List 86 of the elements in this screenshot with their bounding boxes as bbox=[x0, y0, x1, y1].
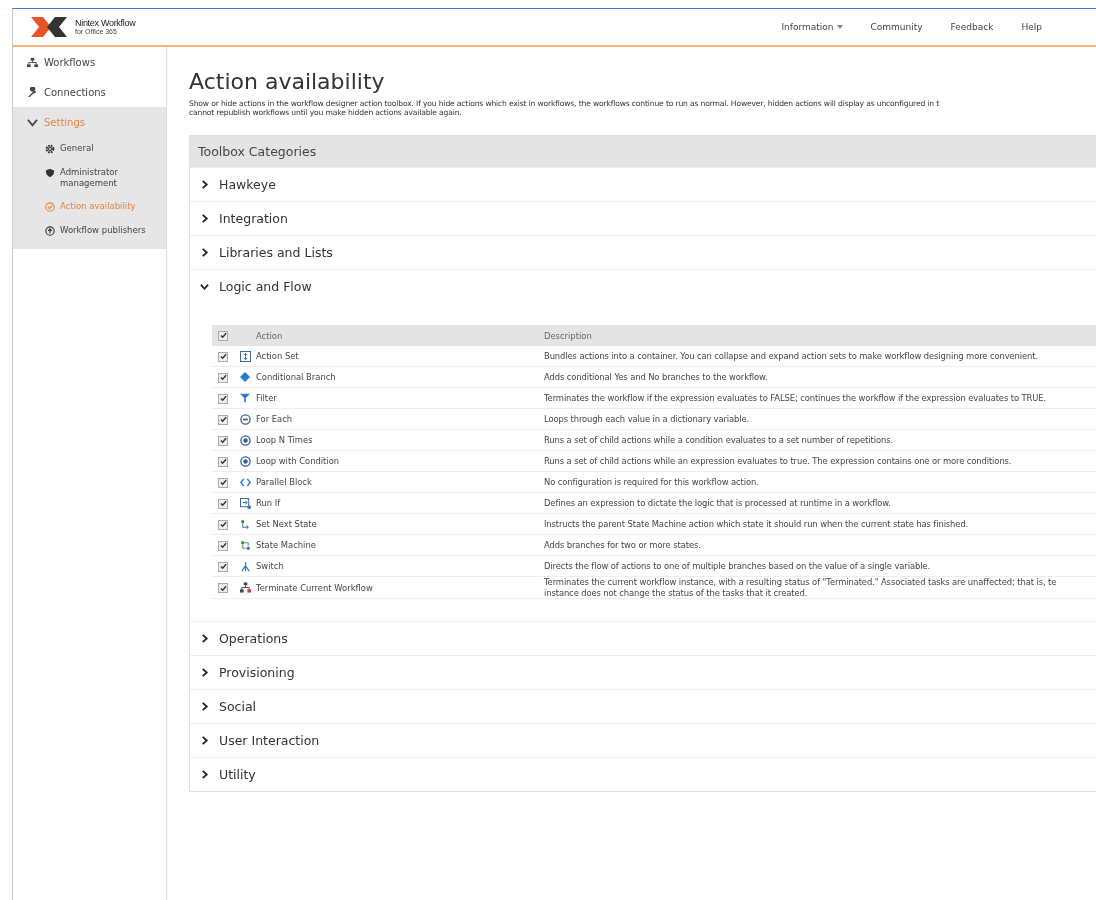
sidebar-subitem[interactable]: Workflow publishers bbox=[13, 219, 166, 244]
state-machine-icon bbox=[239, 539, 251, 551]
check-circle-icon bbox=[45, 202, 55, 213]
run-if-icon bbox=[239, 497, 251, 509]
sidebar-item[interactable]: Connections bbox=[13, 77, 166, 107]
nav-link[interactable]: Information bbox=[767, 22, 857, 32]
action-name: Run If bbox=[256, 492, 544, 514]
action-name: Conditional Branch bbox=[256, 366, 544, 388]
checkbox[interactable] bbox=[218, 414, 228, 425]
chevron-icon bbox=[200, 634, 209, 644]
action-description: Bundles actions into a container. You can collapse and expand action sets to make workflow designing more convenient. bbox=[544, 346, 1096, 367]
action-description: Adds branches for two or more states. bbox=[544, 534, 1096, 556]
chevron-icon bbox=[200, 214, 209, 224]
loop-icon bbox=[239, 455, 251, 467]
filter-icon bbox=[240, 393, 250, 404]
page-title: Action availability bbox=[189, 69, 386, 94]
action-name: For Each bbox=[256, 408, 544, 430]
column-header: Description bbox=[544, 330, 592, 341]
upload-icon bbox=[45, 226, 55, 237]
category-header[interactable]: Provisioning bbox=[190, 655, 1096, 690]
loop-icon bbox=[239, 434, 251, 446]
nav-link[interactable]: Feedback bbox=[936, 22, 1008, 32]
nav-link[interactable]: Community bbox=[856, 22, 937, 32]
action-description: Instructs the parent State Machine action which state it should run when the current state has finished. bbox=[544, 513, 1096, 535]
action-description: No configuration is required for this workflow action. bbox=[544, 471, 1096, 493]
action-name: Loop N Times bbox=[256, 429, 544, 451]
action-description: Runs a set of child actions while an expression evaluates to true. The expression contains one or more conditions. bbox=[544, 450, 1096, 472]
category-header[interactable]: Integration bbox=[190, 201, 1096, 236]
checkbox[interactable] bbox=[218, 498, 228, 509]
column-header: Action bbox=[256, 330, 284, 341]
checkbox[interactable] bbox=[218, 540, 228, 551]
checkbox[interactable] bbox=[218, 477, 228, 488]
checkbox[interactable] bbox=[218, 456, 228, 467]
action-name: Set Next State bbox=[256, 513, 544, 535]
checkbox[interactable] bbox=[218, 519, 228, 530]
action-name: Terminate Current Workflow bbox=[256, 576, 544, 599]
chevron-icon bbox=[200, 736, 209, 746]
action-description: Defines an expression to dictate the logic that is processed at runtime in a workflow. bbox=[544, 492, 1096, 514]
category-header[interactable]: User Interaction bbox=[190, 723, 1096, 758]
action-name: Loop with Condition bbox=[256, 450, 544, 472]
checkbox[interactable] bbox=[218, 561, 228, 572]
category-header[interactable]: Logic and Flow bbox=[190, 269, 1096, 304]
sidebar-subitem[interactable]: General bbox=[13, 137, 166, 161]
checkbox[interactable] bbox=[218, 583, 228, 594]
parallel-icon bbox=[239, 476, 251, 488]
chevron-icon bbox=[200, 282, 209, 292]
checkbox[interactable] bbox=[218, 393, 228, 404]
state-icon bbox=[239, 518, 251, 530]
panel-header: Toolbox Categories bbox=[190, 136, 1096, 168]
action-name: Filter bbox=[256, 387, 544, 409]
action-name: Parallel Block bbox=[256, 471, 544, 493]
chevron-icon bbox=[200, 702, 209, 712]
checkbox[interactable] bbox=[218, 372, 228, 383]
action-description: Terminates the workflow if the expression evaluates to FALSE; continues the workflow if the expression evaluates to TRUE. bbox=[544, 387, 1096, 409]
switch-icon bbox=[239, 560, 251, 572]
checkbox[interactable] bbox=[218, 330, 228, 341]
diamond-icon bbox=[240, 372, 250, 383]
nav-link[interactable]: Help bbox=[1007, 22, 1056, 32]
action-description: Directs the flow of actions to one of multiple branches based on the value of a single variable. bbox=[544, 555, 1096, 577]
checkbox[interactable] bbox=[218, 435, 228, 446]
action-description: Adds conditional Yes and No branches to the workflow. bbox=[544, 366, 1096, 388]
category-header[interactable]: Utility bbox=[190, 757, 1096, 792]
chevron-icon bbox=[200, 668, 209, 678]
action-name: Action Set bbox=[256, 346, 544, 367]
sitemap-icon bbox=[27, 56, 38, 68]
category-header[interactable]: Social bbox=[190, 689, 1096, 724]
logo-name: Nintex Workflow bbox=[75, 19, 136, 28]
sidebar-item[interactable]: Workflows bbox=[13, 47, 166, 77]
category-header[interactable]: Operations bbox=[190, 621, 1096, 656]
chevron-icon bbox=[200, 248, 209, 258]
container-icon bbox=[239, 350, 251, 362]
loop-icon bbox=[239, 413, 251, 425]
shield-icon bbox=[45, 168, 55, 178]
action-description: Runs a set of child actions while a condition evaluates to a set number of repetitions. bbox=[544, 429, 1096, 451]
action-name: Switch bbox=[256, 555, 544, 577]
checkbox[interactable] bbox=[218, 351, 228, 362]
action-name: State Machine bbox=[256, 534, 544, 556]
action-description: Loops through each value in a dictionary variable. bbox=[544, 408, 1096, 430]
sitemap-icon bbox=[239, 582, 251, 594]
category-header[interactable]: Hawkeye bbox=[190, 167, 1096, 202]
chevron-icon bbox=[200, 770, 209, 780]
chevron-icon bbox=[200, 180, 209, 190]
action-description: Terminates the current workflow instance, with a resulting status of "Terminated." Associated tasks are unaffected; that is, te instance does not change the status of the tasks that it created. bbox=[544, 576, 1096, 599]
sidebar-subitem[interactable]: Administrator management bbox=[13, 161, 166, 196]
chevron-icon bbox=[27, 116, 38, 128]
category-header[interactable]: Libraries and Lists bbox=[190, 235, 1096, 270]
